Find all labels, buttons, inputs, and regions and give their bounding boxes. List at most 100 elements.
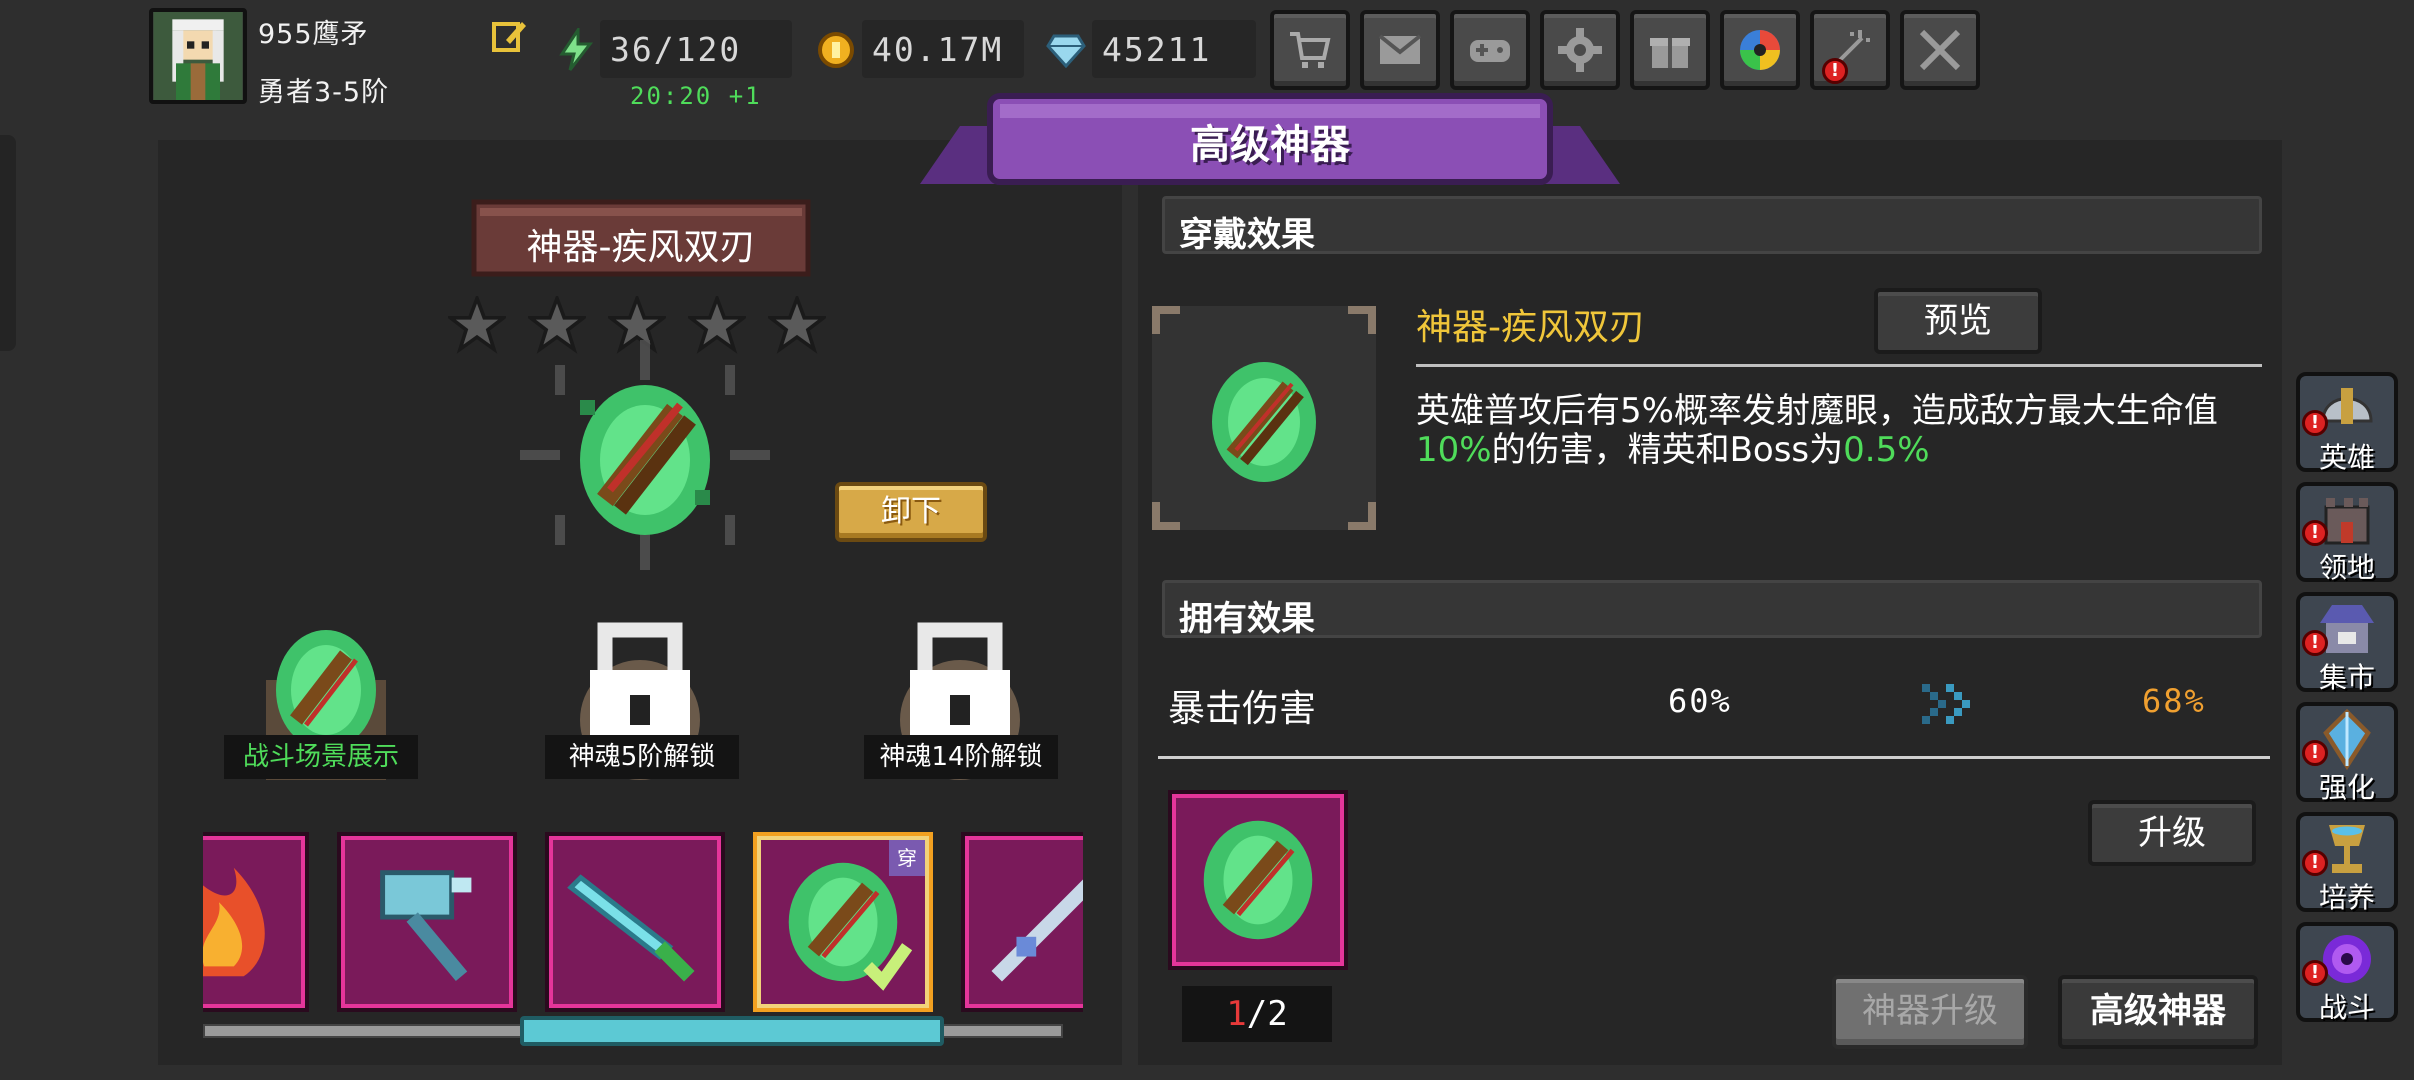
material-slot[interactable] xyxy=(1168,790,1348,970)
avatar-portrait-icon xyxy=(154,12,242,100)
side-menu-territory[interactable]: ! 领地 xyxy=(2296,482,2398,584)
artifact-carousel[interactable]: 穿 xyxy=(203,830,1083,1015)
diamond-box[interactable]: 45211 xyxy=(1092,20,1256,78)
mail-icon xyxy=(1378,34,1422,64)
item-name: 神器-疾风双刃 xyxy=(1416,307,1645,348)
side-menu-label: 培养 xyxy=(2318,881,2375,914)
artifact-upgrade-label: 神器升级 xyxy=(1862,991,1998,1031)
material-count: 1/2 xyxy=(1182,986,1332,1042)
stat-next-value: 68% xyxy=(2142,682,2206,720)
page-title: 高级神器 xyxy=(1190,122,1350,168)
energy-timer: 20:20 +1 xyxy=(630,82,762,110)
gift-button[interactable] xyxy=(1630,10,1710,90)
item-icon-frame xyxy=(1152,306,1376,530)
star-icon xyxy=(765,293,829,354)
flame-artifact-icon xyxy=(203,867,265,977)
twin-blades-item-icon xyxy=(1152,306,1376,530)
player-name: 955鹰矛 xyxy=(258,19,369,50)
desc-text-2: 的伤害，精英和Boss为 xyxy=(1491,430,1844,470)
carousel-item-fire[interactable] xyxy=(203,832,309,1012)
player-avatar[interactable] xyxy=(149,8,247,104)
unequip-label: 卸下 xyxy=(881,494,941,529)
star-icon xyxy=(445,293,509,354)
side-menu-label: 领地 xyxy=(2318,551,2375,584)
aperture-button[interactable] xyxy=(1720,10,1800,90)
settings-button[interactable] xyxy=(1540,10,1620,90)
alert-badge: ! xyxy=(2302,630,2328,656)
artifact-upgrade-tab[interactable]: 神器升级 xyxy=(1832,975,2028,1049)
hammer-artifact-icon xyxy=(380,870,472,982)
cart-icon xyxy=(1290,32,1331,68)
material-need: /2 xyxy=(1246,994,1288,1034)
twin-blades-material-icon xyxy=(1203,820,1313,940)
alert-badge: ! xyxy=(2302,520,2328,546)
battle-mode-button[interactable] xyxy=(1900,10,1980,90)
side-menu-market[interactable]: ! 集市 xyxy=(2296,592,2398,694)
shop-button[interactable] xyxy=(1270,10,1350,90)
aperture-icon xyxy=(1740,30,1780,70)
alert-badge: ! xyxy=(1822,58,1848,84)
side-menu-cultivate[interactable]: ! 培养 xyxy=(2296,812,2398,914)
own-effect-header: 拥有效果 xyxy=(1162,580,2262,639)
skin-label-1: 神魂5阶解锁 xyxy=(545,735,739,779)
gift-icon xyxy=(1650,38,1690,68)
diamond-icon xyxy=(1046,32,1086,69)
stat-current-value: 60% xyxy=(1668,682,1732,720)
skin-label-0: 战斗场景展示 xyxy=(224,735,418,779)
energy-box[interactable]: 36/120 xyxy=(600,20,792,78)
skin-label-2: 神魂14阶解锁 xyxy=(864,735,1058,779)
side-menu-enhance[interactable]: ! 强化 xyxy=(2296,702,2398,804)
gold-value: 40.17M xyxy=(872,30,1004,69)
carousel-item-blade[interactable] xyxy=(545,832,725,1012)
game-screen: 955鹰矛 勇者3-5阶 36/120 20:20 +1 40.17M 4521… xyxy=(0,0,2414,1080)
side-menu-label: 英雄 xyxy=(2318,441,2375,474)
wear-effect-title: 穿戴效果 xyxy=(1179,215,1315,255)
equipped-badge: 穿 xyxy=(889,840,925,876)
gamepad-button[interactable] xyxy=(1450,10,1530,90)
alert-badge: ! xyxy=(2302,410,2328,436)
mail-button[interactable] xyxy=(1360,10,1440,90)
desc-text-1: 英雄普攻后有5%概率发射魔眼，造成敌方最大生命值 xyxy=(1416,391,2218,431)
side-menu-battle[interactable]: ! 战斗 xyxy=(2296,922,2398,1024)
material-have: 1 xyxy=(1226,994,1247,1034)
side-menu-label: 强化 xyxy=(2318,771,2375,804)
unequip-button[interactable]: 卸下 xyxy=(835,482,987,542)
carousel-item-hammer[interactable] xyxy=(337,832,517,1012)
advanced-artifact-tab[interactable]: 高级神器 xyxy=(2058,975,2258,1049)
advanced-artifact-label: 高级神器 xyxy=(2090,991,2226,1031)
divider xyxy=(1158,756,2270,759)
spear-artifact-icon xyxy=(991,879,1083,982)
side-menu-label: 集市 xyxy=(2318,661,2375,694)
left-edge-tab[interactable] xyxy=(0,135,16,351)
carousel-item-twin-blades-selected[interactable]: 穿 xyxy=(753,832,933,1012)
upgrade-button[interactable]: 升级 xyxy=(2088,800,2256,866)
alert-badge: ! xyxy=(2302,740,2328,766)
desc-value-1: 10% xyxy=(1416,430,1492,470)
crossed-swords-icon xyxy=(1919,29,1961,71)
artifact-title: 神器-疾风双刃 xyxy=(526,227,756,268)
player-rank: 勇者3-5阶 xyxy=(258,77,390,108)
diamond-value: 45211 xyxy=(1102,30,1212,69)
gold-box[interactable]: 40.17M xyxy=(862,20,1024,78)
energy-value: 36/120 xyxy=(610,30,742,69)
preview-button[interactable]: 预览 xyxy=(1874,288,2042,354)
side-menu-hero[interactable]: ! 英雄 xyxy=(2296,372,2398,474)
alert-badge: ! xyxy=(2302,960,2328,986)
event-button[interactable]: ! xyxy=(1810,10,1890,90)
artifact-hero-image xyxy=(520,340,770,570)
energy-icon xyxy=(556,25,596,72)
alert-badge: ! xyxy=(2302,850,2328,876)
edit-name-icon[interactable] xyxy=(490,16,530,56)
carousel-scroll-thumb[interactable] xyxy=(520,1016,944,1046)
gamepad-icon xyxy=(1470,40,1510,62)
arrow-right-icon xyxy=(1922,684,1970,724)
desc-value-2: 0.5% xyxy=(1843,430,1930,470)
own-effect-title: 拥有效果 xyxy=(1179,599,1315,639)
gear-icon xyxy=(1558,28,1602,72)
upgrade-label: 升级 xyxy=(2138,813,2206,853)
ice-blade-artifact-icon xyxy=(567,874,695,982)
carousel-item-spear[interactable] xyxy=(961,832,1083,1012)
wear-effect-description: 英雄普攻后有5%概率发射魔眼，造成敌方最大生命值10%的伤害，精英和Boss为0… xyxy=(1416,392,2266,470)
divider xyxy=(1416,364,2262,367)
wear-effect-header: 穿戴效果 xyxy=(1162,196,2262,255)
